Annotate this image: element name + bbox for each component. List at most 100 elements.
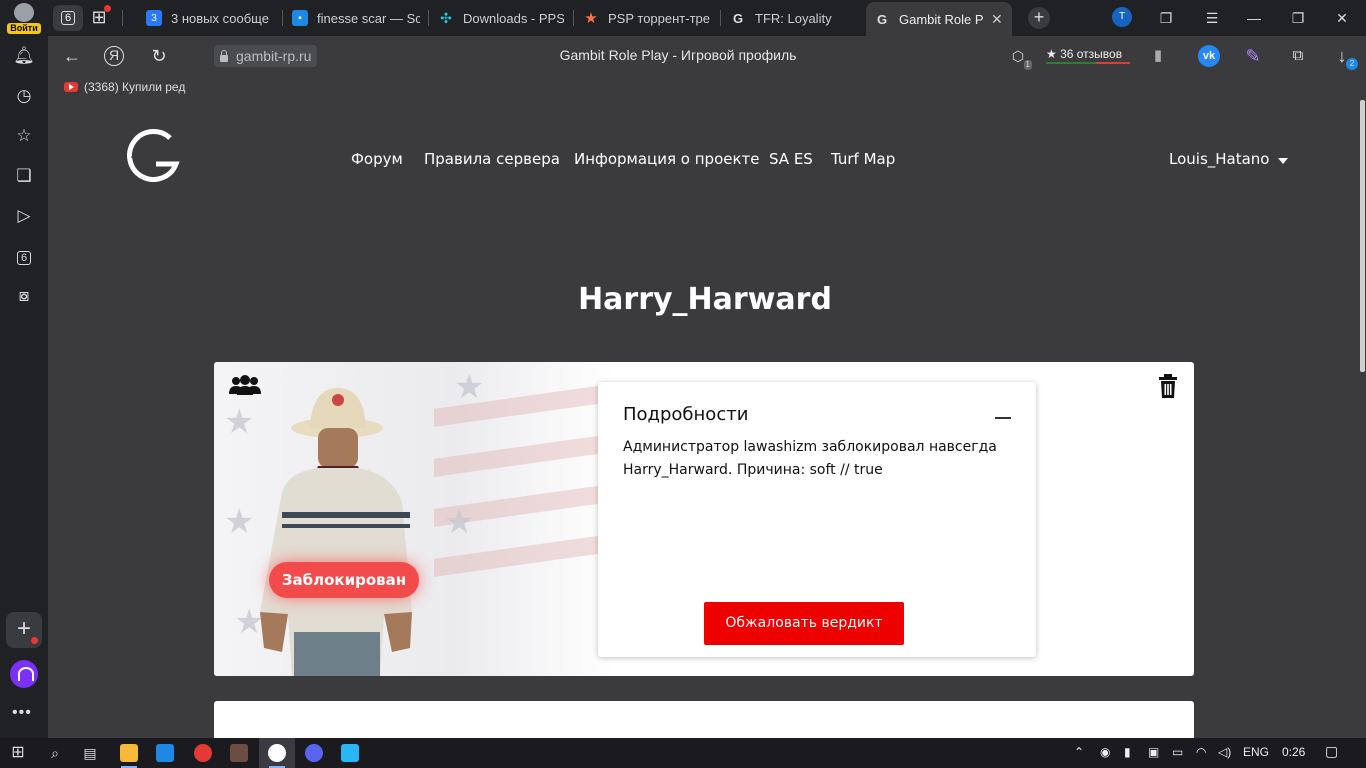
history-icon[interactable]: ◷ xyxy=(12,84,36,108)
new-tab-group-icon[interactable]: ⊞ xyxy=(88,5,111,29)
vk-icon[interactable]: vk xyxy=(1198,45,1220,67)
divider xyxy=(720,10,721,26)
tab-count-button[interactable]: 6 xyxy=(53,5,83,31)
username: Louis_Hatano xyxy=(1169,150,1270,168)
address-bar-row: ← Я ↻ gambit-rp.ru Gambit Role Play - Иг… xyxy=(48,36,1366,76)
screenshot-icon[interactable]: ⧇ xyxy=(12,284,36,308)
collapse-icon[interactable] xyxy=(995,417,1011,419)
search-icon[interactable]: ⌕ xyxy=(45,743,65,763)
tray-mic-icon[interactable]: ▮ xyxy=(1124,745,1131,759)
new-tab-button[interactable]: + xyxy=(1028,7,1050,29)
gambit-favicon: G xyxy=(732,10,744,26)
tabs-count-icon[interactable]: 6 xyxy=(12,244,36,268)
bookmark-youtube[interactable]: (3368) Купили ред xyxy=(64,80,194,94)
tab-count-label: 6 xyxy=(60,11,76,25)
page-title: Gambit Role Play - Игровой профиль xyxy=(559,47,797,63)
details-text: Администратор lawashizm заблокировал нав… xyxy=(623,439,997,478)
browser-sidebar: 🔔︎ ◷ ☆ ❏ ▷ 6 ⧇ + ••• xyxy=(0,36,48,738)
yandex-icon[interactable]: Я xyxy=(104,46,124,66)
nav-project-info[interactable]: Информация о проекте xyxy=(574,150,760,168)
taskbar-yandex[interactable] xyxy=(185,738,221,768)
nav-turf-map[interactable]: Turf Map xyxy=(831,150,895,168)
restore-icon[interactable]: ❐ xyxy=(1278,0,1318,36)
nav-sa-es[interactable]: SA ES xyxy=(769,150,813,168)
more-icon[interactable]: ••• xyxy=(12,704,32,722)
browser-tab-strip: Войти 6 ⊞ 3 3 новых сообще ▪ finesse scar … xyxy=(0,0,1366,36)
extension-icon[interactable]: ⬡ 1 xyxy=(1006,44,1032,70)
feather-icon[interactable]: ✎ xyxy=(1241,44,1265,68)
page-scrollbar[interactable] xyxy=(1358,100,1366,738)
windows-start-icon[interactable]: ⊞ xyxy=(8,743,28,763)
favorites-star-icon[interactable]: ☆ xyxy=(12,124,36,148)
bookmark-label: (3368) Купили ред xyxy=(84,80,186,94)
tab-manager-icon[interactable]: ❐ xyxy=(1146,0,1186,36)
nav-server-rules[interactable]: Правила сервера xyxy=(424,150,560,168)
video-play-icon[interactable]: ▷ xyxy=(12,204,36,228)
reviews-rating-bar xyxy=(1046,62,1130,64)
tray-volume-icon[interactable]: ◁) xyxy=(1218,745,1231,759)
reviews-count: 36 отзывов xyxy=(1060,47,1123,61)
url-field[interactable]: gambit-rp.ru xyxy=(214,44,318,68)
tab-gambit-active[interactable]: G Gambit Role Pl ✕ xyxy=(866,2,1012,36)
avatar xyxy=(14,3,34,22)
task-view-icon[interactable]: ▤ xyxy=(80,743,100,763)
taskbar-game[interactable] xyxy=(221,738,257,768)
tray-camera-icon[interactable]: ◉ xyxy=(1100,745,1110,759)
reload-icon[interactable]: ↻ xyxy=(147,44,171,68)
tray-wifi-icon[interactable]: ◠ xyxy=(1196,745,1206,759)
chat-icon: ▪ xyxy=(292,10,308,26)
tab-title: 3 новых сообще xyxy=(171,10,269,26)
notifications-center-icon[interactable]: ▢ xyxy=(1325,743,1338,760)
language-indicator[interactable]: ENG xyxy=(1243,745,1269,759)
lock-icon xyxy=(214,45,234,67)
taskbar-browser[interactable] xyxy=(259,738,295,768)
menu-icon[interactable]: ☰ xyxy=(1192,0,1232,36)
taskbar-mail[interactable] xyxy=(147,738,183,768)
reviews-widget[interactable]: ★ 36 отзывов xyxy=(1046,47,1130,64)
tray-app-icon[interactable]: ▣ xyxy=(1148,745,1159,759)
tab-ppsspp[interactable]: ✣ Downloads - PPSS xyxy=(438,4,564,32)
taskbar-explorer[interactable] xyxy=(111,738,147,768)
taskbar-photos[interactable] xyxy=(332,738,368,768)
collections-icon[interactable]: ❏ xyxy=(12,164,36,188)
user-menu[interactable]: Louis_Hatano xyxy=(1169,150,1288,168)
close-window-icon[interactable]: ✕ xyxy=(1322,0,1362,36)
scrollbar-thumb[interactable] xyxy=(1360,100,1365,372)
taskbar-discord[interactable] xyxy=(296,738,332,768)
details-panel: Подробности Администратор lawashizm забл… xyxy=(598,382,1036,657)
downloads-icon[interactable]: ↓ 2 xyxy=(1330,44,1358,70)
collections-icon[interactable]: ⧉ xyxy=(1286,44,1310,68)
tray-battery-icon[interactable]: ▭ xyxy=(1172,745,1183,759)
tray-chevron-up-icon[interactable]: ⌃ xyxy=(1074,745,1084,759)
appeal-button[interactable]: Обжаловать вердикт xyxy=(704,602,904,645)
nav-forum[interactable]: Форум xyxy=(351,150,403,168)
extension-badge: 1 xyxy=(1023,60,1032,70)
tab-soundcloud[interactable]: ▪ finesse scar — Sc xyxy=(292,4,420,32)
divider xyxy=(122,10,123,26)
tab-psp-torrent[interactable]: ★ PSP торрент-тре xyxy=(583,4,713,32)
divider xyxy=(428,10,429,26)
trash-icon[interactable] xyxy=(1158,374,1178,398)
back-icon[interactable]: ← xyxy=(60,44,84,68)
minimize-icon[interactable]: — xyxy=(1234,0,1274,36)
alice-assistant-icon[interactable] xyxy=(10,660,38,688)
profile-button[interactable]: Войти xyxy=(4,2,44,34)
close-tab-icon[interactable]: ✕ xyxy=(991,11,1003,28)
account-icon[interactable]: T xyxy=(1112,7,1132,27)
tab-messages[interactable]: 3 3 новых сообще xyxy=(146,4,274,32)
bookmarks-bar: (3368) Купили ред xyxy=(48,76,1366,100)
gambit-logo[interactable] xyxy=(126,128,184,182)
add-panel-button[interactable]: + xyxy=(6,612,42,648)
tab-title: Gambit Role Pl xyxy=(899,11,983,27)
details-title: Подробности xyxy=(623,404,749,425)
tab-tfr[interactable]: G TFR: Loyality xyxy=(730,4,862,32)
player-skin-image xyxy=(260,388,412,676)
star-icon: ★ xyxy=(584,10,598,27)
site-page: Форум Правила сервера Информация о проек… xyxy=(48,100,1358,738)
youtube-icon xyxy=(64,82,78,92)
chevron-down-icon xyxy=(1277,157,1288,164)
login-label: Войти xyxy=(7,23,41,34)
bookmark-icon[interactable]: ▮ xyxy=(1146,44,1170,68)
clock[interactable]: 0:26 xyxy=(1282,745,1305,759)
notifications-icon[interactable]: 🔔︎ xyxy=(12,44,36,68)
